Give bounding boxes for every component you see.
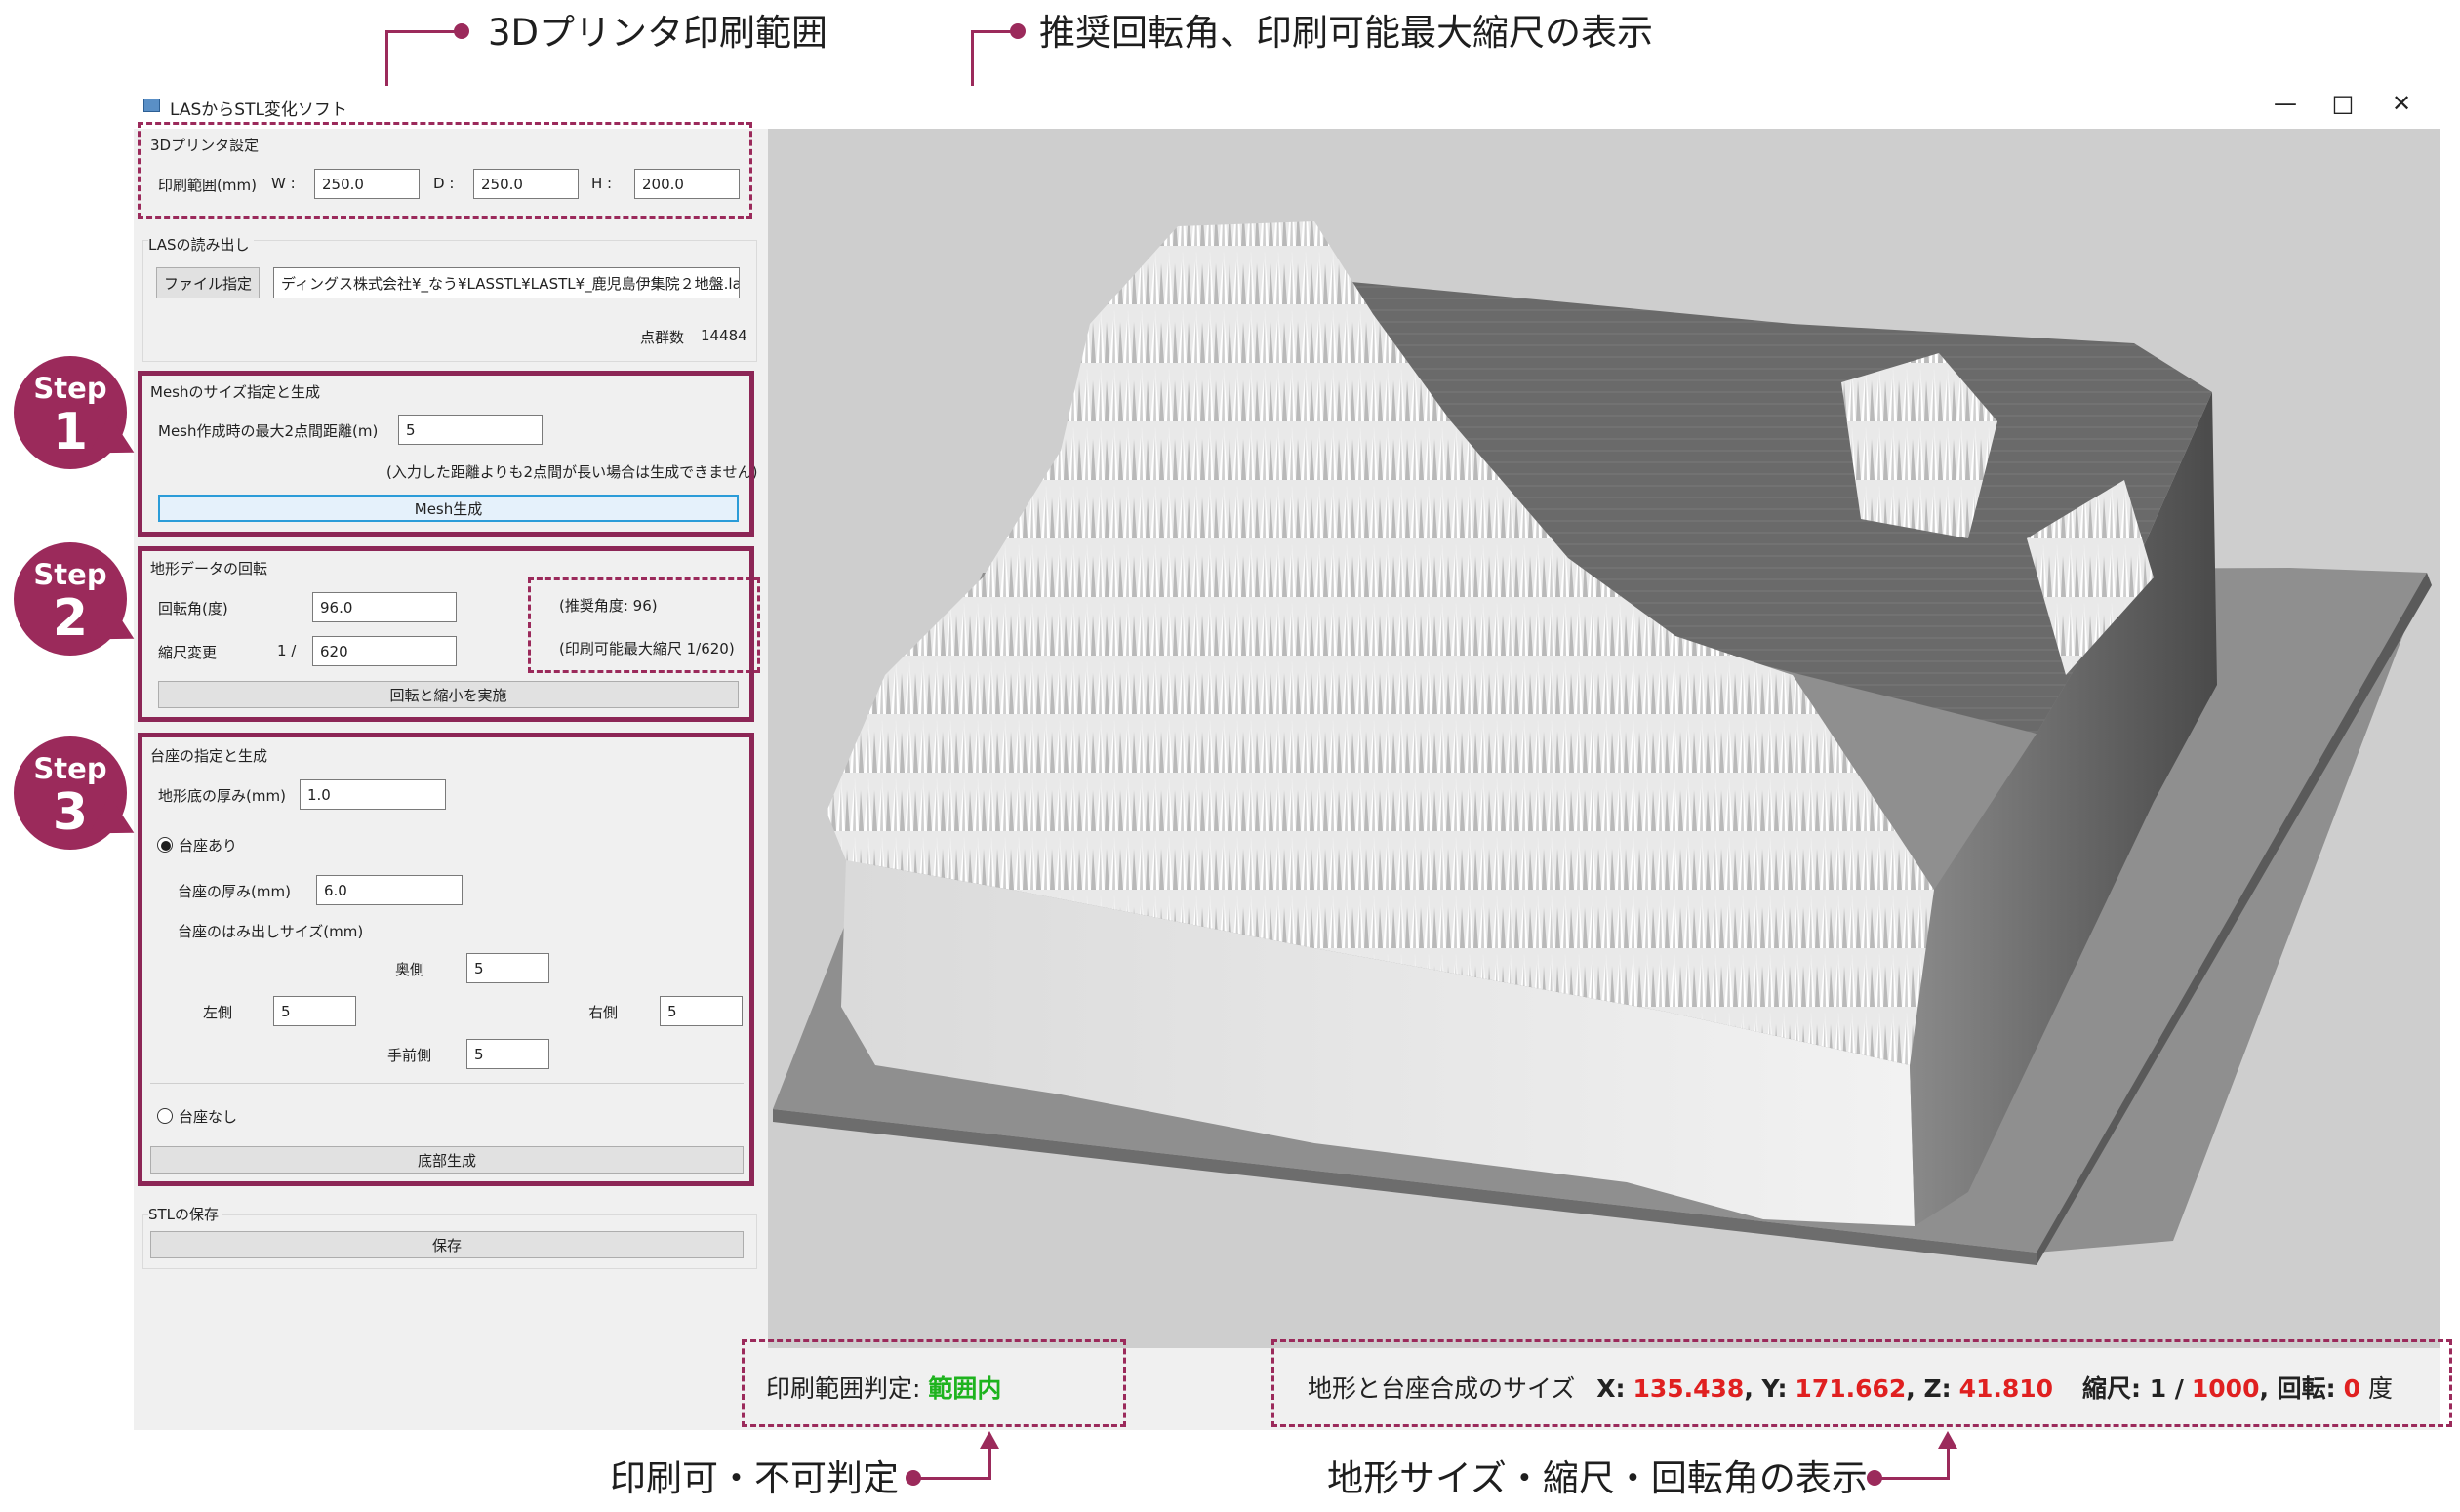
group-title-stl: STLの保存 [148, 1204, 223, 1224]
annotation-line [1874, 1477, 1950, 1480]
highlight-step-3 [138, 733, 754, 1186]
annotation-line [1947, 1446, 1950, 1479]
annotation-dot [906, 1470, 921, 1486]
model-viewport[interactable] [768, 129, 2440, 1348]
annotation-print-judge: 印刷可・不可判定 [610, 1457, 899, 1499]
minimize-button[interactable]: — [2266, 90, 2305, 117]
file-select-button[interactable]: ファイル指定 [156, 267, 260, 298]
annotation-terrain-size: 地形サイズ・縮尺・回転角の表示 [1327, 1457, 1868, 1499]
step-badge-2: Step 2 [0, 542, 144, 658]
highlight-print-judge [742, 1339, 1126, 1427]
step-badge-1: Step 1 [0, 356, 144, 472]
annotation-recommended: 推奨回転角、印刷可能最大縮尺の表示 [1039, 12, 1653, 54]
step-badge-3: Step 3 [0, 736, 144, 853]
terrain-model-render [773, 221, 2432, 1265]
highlight-step-2 [138, 546, 754, 722]
annotation-line [971, 30, 1013, 33]
close-button[interactable]: ✕ [2382, 90, 2421, 117]
highlight-step-1 [138, 371, 754, 537]
group-title-las: LASの読み出し [148, 234, 254, 255]
app-icon [143, 99, 160, 112]
save-button[interactable]: 保存 [150, 1231, 744, 1258]
annotation-line [386, 30, 457, 33]
annotation-dot [1867, 1470, 1882, 1486]
annotation-print-range: 3Dプリンタ印刷範囲 [488, 12, 828, 54]
highlight-print-range [138, 122, 752, 219]
highlight-terrain-size [1271, 1339, 2452, 1427]
annotation-line [988, 1446, 991, 1479]
points-label: 点群数 [640, 329, 685, 346]
window-title: LASからSTL変化ソフト [170, 100, 347, 120]
maximize-button[interactable]: □ [2323, 90, 2362, 117]
annotation-line [912, 1477, 991, 1480]
file-path-field[interactable]: ディングス株式会社¥_なう¥LASSTL¥LASTL¥_鹿児島伊集院２地盤.la… [273, 267, 740, 298]
points-value: 14484 [701, 327, 747, 344]
